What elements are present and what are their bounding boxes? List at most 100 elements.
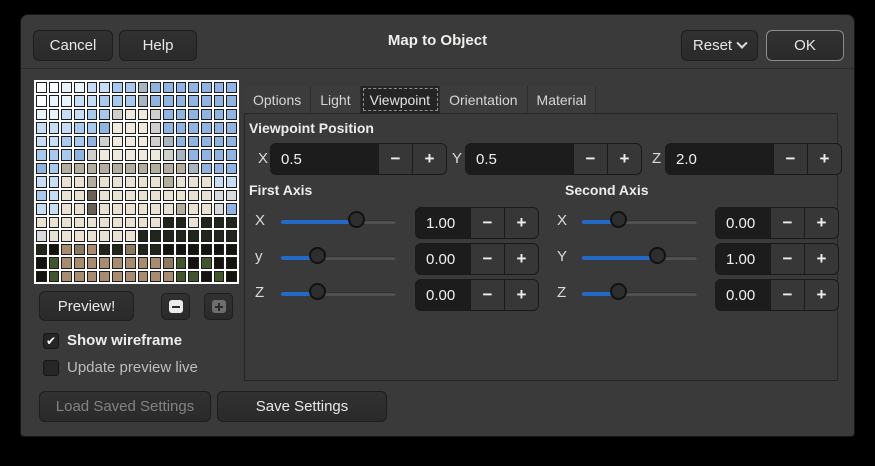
wireframe-cell <box>226 122 237 133</box>
reset-button[interactable]: Reset <box>681 30 758 61</box>
viewpoint-z-input[interactable] <box>666 144 773 174</box>
tab-options[interactable]: Options <box>244 86 311 113</box>
tab-orientation[interactable]: Orientation <box>440 86 527 113</box>
wireframe-cell <box>163 95 174 106</box>
load-saved-settings-button: Load Saved Settings <box>39 391 211 422</box>
viewpoint-x-increment-button[interactable]: + <box>412 144 446 174</box>
second-axis-x-increment-button[interactable]: + <box>804 208 838 238</box>
wireframe-cell <box>201 190 212 201</box>
first-axis-z-slider[interactable] <box>281 283 396 304</box>
map-to-object-dialog: Cancel Help Map to Object Reset OK Previ… <box>20 14 855 437</box>
tab-viewpoint[interactable]: Viewpoint <box>361 86 440 113</box>
wireframe-cell <box>201 230 212 241</box>
first-axis-z-slider-handle[interactable] <box>309 283 326 300</box>
wireframe-cell <box>125 136 136 147</box>
first-axis-title: First Axis <box>249 182 312 198</box>
first-axis-z-increment-button[interactable]: + <box>504 280 538 310</box>
wireframe-cell <box>125 244 136 255</box>
first-axis-x-increment-button[interactable]: + <box>504 208 538 238</box>
wireframe-cell <box>176 190 187 201</box>
second-axis-x-decrement-button[interactable]: − <box>770 208 804 238</box>
wireframe-cell <box>201 244 212 255</box>
second-axis-y-slider[interactable] <box>582 247 697 268</box>
viewpoint-x-input[interactable] <box>271 144 378 174</box>
wireframe-cell <box>201 136 212 147</box>
first-axis-x-slider-handle[interactable] <box>348 211 365 228</box>
viewpoint-y-increment-button[interactable]: + <box>607 144 641 174</box>
wireframe-cell <box>112 190 123 201</box>
wireframe-cell <box>214 230 225 241</box>
second-axis-z-label: Z <box>557 284 566 301</box>
wireframe-cell <box>36 190 47 201</box>
viewpoint-z-decrement-button[interactable]: − <box>773 144 807 174</box>
second-axis-x-slider[interactable] <box>582 211 697 232</box>
second-axis-x-slider-handle[interactable] <box>610 211 627 228</box>
second-axis-x-input[interactable] <box>716 208 770 238</box>
tab-material[interactable]: Material <box>528 86 597 113</box>
wireframe-cell <box>49 203 60 214</box>
viewpoint-x-decrement-button[interactable]: − <box>378 144 412 174</box>
wireframe-cell <box>99 203 110 214</box>
wireframe-cell <box>226 244 237 255</box>
preview-canvas[interactable] <box>34 80 239 284</box>
wireframe-cell <box>214 122 225 133</box>
first-axis-x-slider[interactable] <box>281 211 396 232</box>
show-wireframe-checkbox[interactable]: ✔ <box>43 333 59 349</box>
wireframe-cell <box>226 82 237 93</box>
minus-icon: − <box>483 285 493 305</box>
save-settings-button[interactable]: Save Settings <box>217 391 387 422</box>
preview-button[interactable]: Preview! <box>39 291 134 321</box>
second-axis-z-increment-button[interactable]: + <box>804 280 838 310</box>
second-axis-z-decrement-button[interactable]: − <box>770 280 804 310</box>
wireframe-cell <box>61 122 72 133</box>
first-axis-x-decrement-button[interactable]: − <box>470 208 504 238</box>
preview-zoom-out-button[interactable] <box>161 293 190 320</box>
wireframe-cell <box>163 176 174 187</box>
second-axis-z-slider-handle[interactable] <box>610 283 627 300</box>
wireframe-cell <box>226 149 237 160</box>
wireframe-cell <box>61 257 72 268</box>
wireframe-cell <box>226 217 237 228</box>
wireframe-cell <box>49 217 60 228</box>
minus-icon: − <box>783 285 793 305</box>
wireframe-cell <box>150 82 161 93</box>
second-axis-y-input[interactable] <box>716 244 770 274</box>
tab-light[interactable]: Light <box>311 86 360 113</box>
first-axis-z-input[interactable] <box>416 280 470 310</box>
wireframe-cell <box>125 176 136 187</box>
viewpoint-y-decrement-button[interactable]: − <box>573 144 607 174</box>
second-axis-y-slider-handle[interactable] <box>649 247 666 264</box>
second-axis-y-decrement-button[interactable]: − <box>770 244 804 274</box>
wireframe-cell <box>150 271 161 282</box>
ok-button[interactable]: OK <box>766 30 844 61</box>
second-axis-y-increment-button[interactable]: + <box>804 244 838 274</box>
show-wireframe-checkbox-row[interactable]: ✔ Show wireframe <box>43 332 182 349</box>
wireframe-cell <box>125 122 136 133</box>
first-axis-y-spinner: −+ <box>415 243 539 275</box>
first-axis-z-decrement-button[interactable]: − <box>470 280 504 310</box>
wireframe-cell <box>61 217 72 228</box>
first-axis-y-slider-handle[interactable] <box>309 247 326 264</box>
update-preview-live-checkbox-row[interactable]: Update preview live <box>43 359 198 376</box>
wireframe-cell <box>138 82 149 93</box>
first-axis-y-slider[interactable] <box>281 247 396 268</box>
first-axis-x-input[interactable] <box>416 208 470 238</box>
wireframe-cell <box>61 203 72 214</box>
update-preview-live-checkbox[interactable] <box>43 360 59 376</box>
viewpoint-z-increment-button[interactable]: + <box>807 144 841 174</box>
second-axis-z-slider[interactable] <box>582 283 697 304</box>
first-axis-y-decrement-button[interactable]: − <box>470 244 504 274</box>
viewpoint-y-input[interactable] <box>466 144 573 174</box>
first-axis-y-increment-button[interactable]: + <box>504 244 538 274</box>
wireframe-cell <box>176 149 187 160</box>
wireframe-cell <box>163 122 174 133</box>
wireframe-cell <box>214 136 225 147</box>
second-axis-z-input[interactable] <box>716 280 770 310</box>
wireframe-cell <box>112 82 123 93</box>
wireframe-cell <box>150 203 161 214</box>
wireframe-cell <box>150 136 161 147</box>
minus-icon: − <box>586 149 596 169</box>
wireframe-cell <box>74 149 85 160</box>
wireframe-cell <box>87 230 98 241</box>
first-axis-y-input[interactable] <box>416 244 470 274</box>
